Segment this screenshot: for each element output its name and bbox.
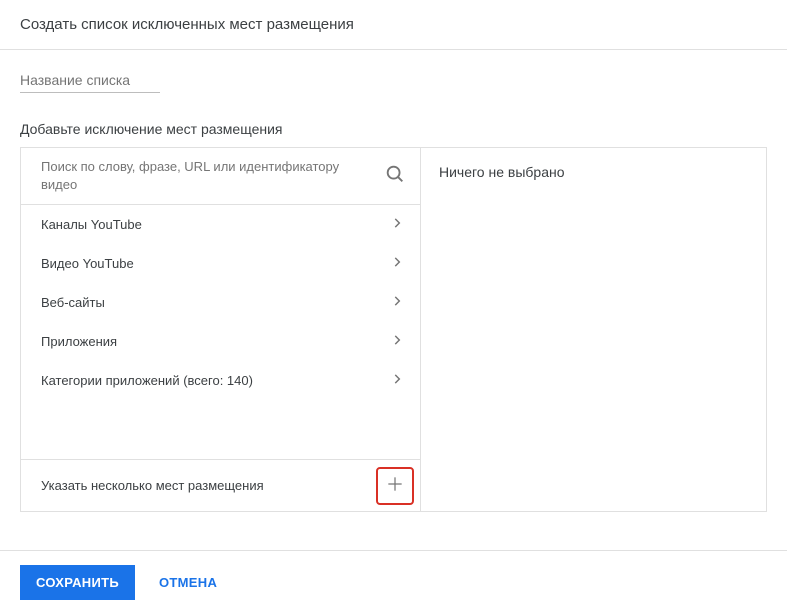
cancel-button[interactable]: ОТМЕНА (151, 565, 225, 600)
section-label: Добавьте исключение мест размещения (20, 121, 767, 137)
multi-add-row: Указать несколько мест размещения (21, 459, 420, 511)
content-area: Добавьте исключение мест размещения Поис… (0, 50, 787, 512)
category-item-youtube-channels[interactable]: Каналы YouTube (21, 205, 420, 244)
list-name-input[interactable] (20, 68, 160, 93)
page-title: Создать список исключенных мест размещен… (20, 16, 354, 33)
multi-add-label: Указать несколько мест размещения (41, 478, 264, 493)
category-item-websites[interactable]: Веб-сайты (21, 283, 420, 322)
footer: СОХРАНИТЬ ОТМЕНА (0, 550, 787, 614)
search-placeholder-text: Поиск по слову, фразе, URL или идентифик… (41, 158, 384, 194)
placement-panels: Поиск по слову, фразе, URL или идентифик… (20, 147, 767, 512)
page-header: Создать список исключенных мест размещен… (0, 0, 787, 50)
list-item-label: Видео YouTube (41, 256, 134, 271)
search-row[interactable]: Поиск по слову, фразе, URL или идентифик… (21, 148, 420, 205)
multi-add-button[interactable] (376, 467, 414, 505)
chevron-right-icon (390, 333, 404, 350)
list-item-label: Веб-сайты (41, 295, 105, 310)
plus-icon (385, 474, 405, 497)
left-panel: Поиск по слову, фразе, URL или идентифик… (21, 148, 421, 511)
search-icon (384, 163, 406, 190)
list-item-label: Приложения (41, 334, 117, 349)
chevron-right-icon (390, 294, 404, 311)
list-name-field-wrap (20, 68, 767, 93)
right-panel: Ничего не выбрано (421, 148, 766, 511)
category-item-app-categories[interactable]: Категории приложений (всего: 140) (21, 361, 420, 400)
save-button[interactable]: СОХРАНИТЬ (20, 565, 135, 600)
chevron-right-icon (390, 216, 404, 233)
chevron-right-icon (390, 372, 404, 389)
list-item-label: Каналы YouTube (41, 217, 142, 232)
category-list: Каналы YouTube Видео YouTube Веб-сайты (21, 205, 420, 459)
category-item-apps[interactable]: Приложения (21, 322, 420, 361)
category-item-youtube-videos[interactable]: Видео YouTube (21, 244, 420, 283)
empty-selection-text: Ничего не выбрано (439, 164, 565, 180)
chevron-right-icon (390, 255, 404, 272)
list-item-label: Категории приложений (всего: 140) (41, 373, 253, 388)
